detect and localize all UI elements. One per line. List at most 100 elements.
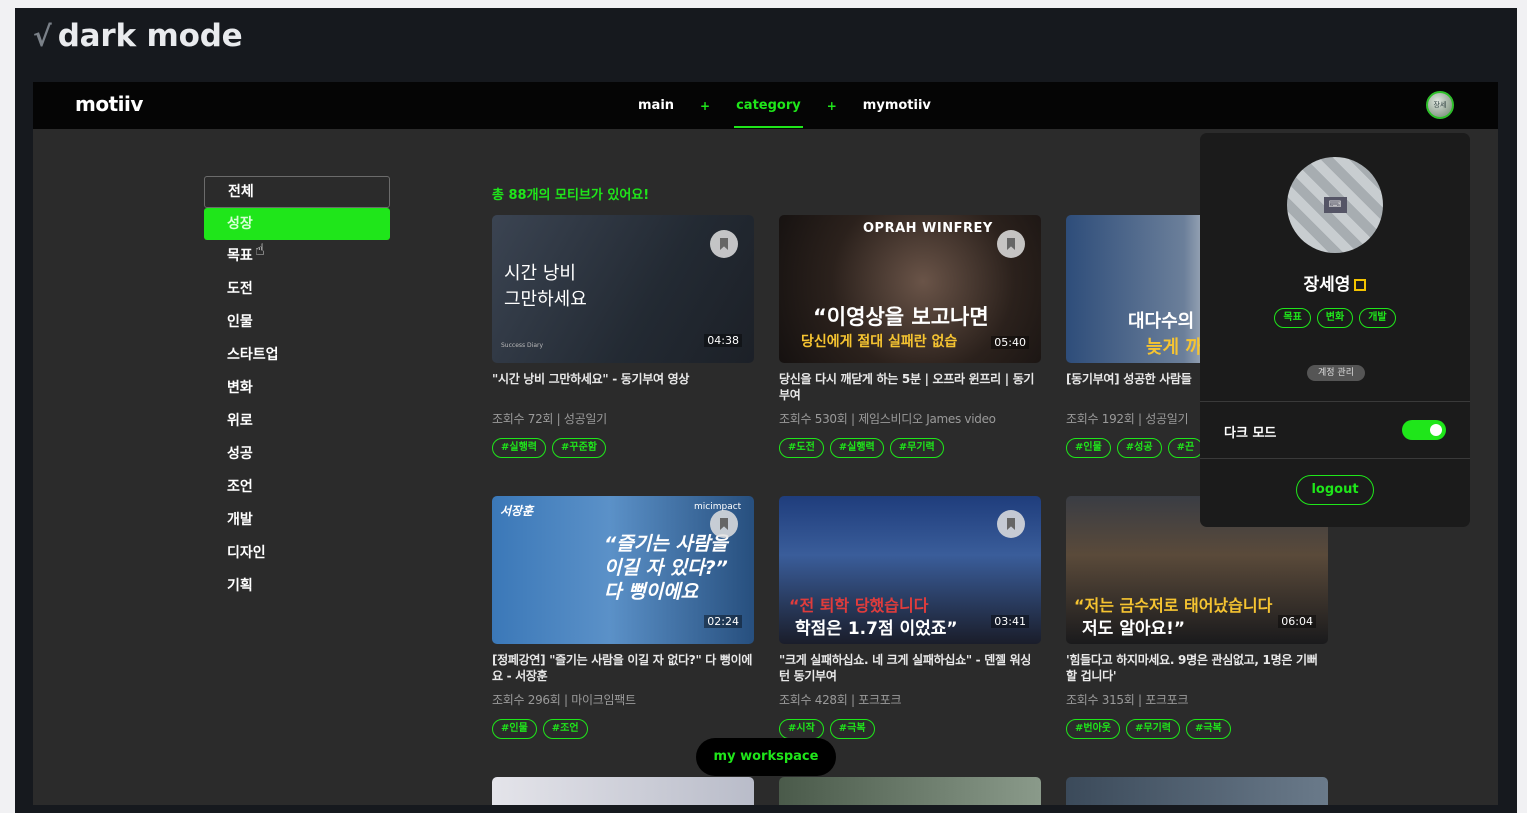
top-navbar: motiiv main + category + mymotiiv 장세	[33, 82, 1498, 129]
nav-category[interactable]: category	[734, 98, 803, 128]
slide-heading: √ dark mode	[33, 14, 243, 58]
plus-icon: +	[700, 98, 711, 113]
video-card[interactable]: 시간 낭비 그만하세요 Success Diary 04:38 "시간 낭비 그…	[492, 215, 754, 458]
dark-mode-label: 다크 모드	[1224, 426, 1277, 441]
thumbnail-text: 시간 낭비	[504, 263, 576, 284]
logout-button[interactable]: logout	[1296, 475, 1374, 505]
video-title[interactable]: '힘들다고 하지마세요. 9명은 관심없고, 1명은 기뻐할 겁니다'	[1066, 652, 1328, 684]
bookmark-icon[interactable]	[997, 510, 1025, 538]
plus-icon: +	[826, 98, 837, 113]
check-icon: √	[33, 19, 52, 53]
category-item-growth[interactable]: 성장	[204, 208, 390, 240]
profile-dropdown: ⌨ 장세영 목표 변화 개발 계정 관리 다크 모드 logout	[1200, 133, 1470, 527]
video-meta: 조회수 72회 | 성공일기	[492, 412, 607, 426]
video-meta: 조회수 296회 | 마이크임팩트	[492, 693, 636, 707]
nav-mymotiiv[interactable]: mymotiiv	[861, 98, 933, 113]
tag-chip[interactable]: #실행력	[829, 438, 884, 458]
tag-chip[interactable]: #조언	[542, 719, 588, 739]
category-sidebar: 전체 성장 목표 도전 인물 스타트업 변화 위로 성공 조언 개발 디자인 기…	[204, 176, 390, 603]
video-title[interactable]: "크게 실패하십쇼. 네 크게 실패하십쇼" - 덴젤 워싱턴 동기부여	[779, 652, 1041, 684]
video-thumbnail[interactable]: 서장훈 micimpact “즐기는 사람을 이길 자 있다?” 다 뻥이에요 …	[492, 496, 754, 644]
video-thumbnail[interactable]	[1066, 777, 1328, 805]
bookmark-icon[interactable]	[997, 230, 1025, 258]
video-duration: 04:38	[704, 334, 742, 347]
tag-chip[interactable]: #성공	[1116, 438, 1162, 458]
tag-chip[interactable]: #무기력	[1125, 719, 1180, 739]
category-item[interactable]: 목표	[204, 240, 390, 273]
video-title[interactable]: "시간 낭비 그만하세요" - 동기부여 영상	[492, 371, 754, 403]
thumbnail-text: “이영상을 보고나면	[813, 305, 989, 329]
thumbnail-text: OPRAH WINFREY	[863, 221, 993, 236]
category-item[interactable]: 위로	[204, 405, 390, 438]
profile-avatar: ⌨	[1287, 157, 1383, 253]
thumbnail-text: 다 뻥이에요	[604, 581, 699, 603]
tag-chip[interactable]: #극복	[1185, 719, 1231, 739]
tag-chip[interactable]: #인물	[492, 719, 537, 739]
tag-chip[interactable]: #시작	[779, 719, 824, 739]
tag-list: #도전 #실행력 #무기력	[779, 438, 1041, 458]
category-item[interactable]: 디자인	[204, 537, 390, 570]
video-thumbnail[interactable]: OPRAH WINFREY “이영상을 보고나면 당신에게 절대 실패란 없습 …	[779, 215, 1041, 363]
tag-chip[interactable]: #무기력	[889, 438, 944, 458]
badge-icon	[1354, 279, 1367, 291]
tag-chip[interactable]: #실행력	[492, 438, 546, 458]
thumbnail-text: 이길 자 있다?”	[604, 557, 728, 579]
tag-chip[interactable]: #극복	[829, 719, 875, 739]
dark-mode-toggle[interactable]	[1402, 420, 1446, 440]
video-thumbnail[interactable]	[492, 777, 754, 805]
category-item[interactable]: 인물	[204, 306, 390, 339]
tag-chip[interactable]: #번아웃	[1066, 719, 1120, 739]
tag-chip[interactable]: #인물	[1066, 438, 1111, 458]
video-card[interactable]: 서장훈 micimpact “즐기는 사람을 이길 자 있다?” 다 뻥이에요 …	[492, 496, 754, 739]
account-manage-button[interactable]: 계정 관리	[1307, 365, 1365, 381]
category-item[interactable]: 조언	[204, 471, 390, 504]
tag-chip[interactable]: #도전	[779, 438, 824, 458]
video-title[interactable]: 당신을 다시 깨닫게 하는 5분 | 오프라 윈프리 | 동기부여	[779, 371, 1041, 403]
thumbnail-text: “즐기는 사람을	[604, 533, 728, 555]
bookmark-icon[interactable]	[710, 510, 738, 538]
video-title[interactable]: [정페강연] "즐기는 사람을 이길 자 없다?" 다 뻥이에요 - 서장훈	[492, 652, 754, 684]
video-thumbnail[interactable]: 시간 낭비 그만하세요 Success Diary 04:38	[492, 215, 754, 363]
category-item[interactable]: 변화	[204, 372, 390, 405]
thumbnail-text: 서장훈	[500, 504, 534, 518]
screenshot-frame: √ dark mode motiiv main + category + mym…	[15, 8, 1517, 813]
divider	[1200, 401, 1470, 402]
category-item[interactable]: 기획	[204, 570, 390, 603]
tag-chip[interactable]: #끈	[1167, 438, 1204, 458]
bookmark-icon[interactable]	[710, 230, 738, 258]
tag-list: #시작 #극복	[779, 719, 1041, 739]
divider	[1200, 458, 1470, 459]
logo[interactable]: motiiv	[75, 92, 143, 116]
video-duration: 03:41	[991, 615, 1029, 628]
profile-tags: 목표 변화 개발	[1200, 308, 1470, 328]
video-card[interactable]: OPRAH WINFREY “이영상을 보고나면 당신에게 절대 실패란 없습 …	[779, 215, 1041, 458]
thumbnail-text: 저도 알아요!”	[1082, 619, 1186, 639]
user-avatar[interactable]: 장세	[1426, 91, 1454, 119]
total-count-text: 총 88개의 모티브가 있어요!	[492, 188, 650, 203]
category-item[interactable]: 스타트업	[204, 339, 390, 372]
video-meta: 조회수 315회 | 포크포크	[1066, 693, 1189, 707]
profile-name: 장세영	[1200, 270, 1470, 295]
category-item[interactable]: 개발	[204, 504, 390, 537]
hand-cursor-icon: ☝	[255, 240, 265, 259]
video-thumbnail[interactable]	[779, 777, 1041, 805]
thumbnail-text: 당신에게 절대 실패란 없습	[801, 334, 958, 350]
nav-main[interactable]: main	[636, 98, 676, 113]
category-item-all[interactable]: 전체	[204, 176, 390, 208]
video-duration: 02:24	[704, 615, 742, 628]
category-item[interactable]: 성공	[204, 438, 390, 471]
video-meta: 조회수 428회 | 포크포크	[779, 693, 902, 707]
video-thumbnail[interactable]: “전 퇴학 당했습니다 학점은 1.7점 이었죠” 03:41	[779, 496, 1041, 644]
profile-tag: 변화	[1316, 308, 1354, 328]
tag-chip[interactable]: #꾸준함	[551, 438, 606, 458]
slide-title: dark mode	[57, 18, 243, 54]
video-meta: 조회수 530회 | 제임스비디오 James video	[779, 412, 996, 426]
my-workspace-button[interactable]: my workspace	[696, 738, 836, 776]
tag-list: #번아웃 #무기력 #극복	[1066, 719, 1328, 739]
avatar-text: 장세	[1433, 101, 1447, 109]
video-card[interactable]: “전 퇴학 당했습니다 학점은 1.7점 이었죠” 03:41 "크게 실패하십…	[779, 496, 1041, 739]
keyboard-image-icon: ⌨	[1323, 197, 1347, 213]
category-item[interactable]: 도전	[204, 273, 390, 306]
video-card[interactable]: “저는 금수저로 태어났습니다 저도 알아요!” 06:04 '힘들다고 하지마…	[1066, 496, 1328, 739]
thumbnail-caption: Success Diary	[501, 342, 544, 349]
